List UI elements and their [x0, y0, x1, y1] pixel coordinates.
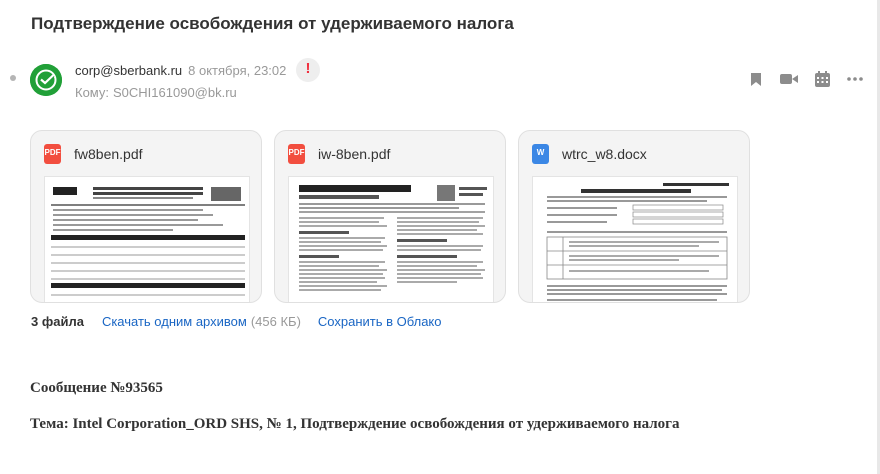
sberbank-logo-icon	[30, 64, 62, 96]
more-icon[interactable]	[843, 70, 867, 88]
email-subject: Подтверждение освобождения от удерживаем…	[31, 14, 514, 33]
download-archive-link[interactable]: Скачать одним архивом	[102, 314, 247, 329]
document-thumbnail	[51, 187, 245, 296]
video-icon[interactable]	[777, 70, 801, 88]
message-toolbar	[744, 70, 876, 88]
calendar-icon[interactable]	[810, 70, 834, 88]
attachment-preview[interactable]	[288, 176, 494, 302]
word-file-icon: W	[532, 144, 549, 164]
recipient-email[interactable]: S0CHI161090@bk.ru	[113, 85, 237, 100]
attachment-name[interactable]: iw-8ben.pdf	[318, 146, 390, 162]
attachments-footer: 3 файла Скачать одним архивом (456 КБ) С…	[31, 314, 442, 329]
attachment-preview[interactable]	[44, 176, 250, 302]
attachment-card[interactable]: W wtrc_w8.docx	[518, 130, 750, 303]
document-thumbnail	[299, 185, 487, 291]
recipient-line: Кому: S0CHI161090@bk.ru	[75, 85, 237, 100]
pdf-file-icon: PDF	[288, 144, 305, 164]
archive-size: (456 КБ)	[250, 314, 301, 329]
avatar[interactable]	[30, 64, 62, 96]
attachments-count: 3 файла	[31, 314, 84, 329]
message-topic: Тема: Intel Corporation_ORD SHS, № 1, По…	[30, 416, 680, 432]
attachment-preview[interactable]	[532, 176, 738, 302]
message-date: 8 октября, 23:02	[188, 63, 287, 78]
important-button[interactable]: !	[296, 58, 320, 82]
pdf-file-icon: PDF	[44, 144, 61, 164]
attachment-name[interactable]: wtrc_w8.docx	[562, 146, 647, 162]
attachment-card[interactable]: PDF fw8ben.pdf	[30, 130, 262, 303]
sender-line: corp@sberbank.ru 8 октября, 23:02	[75, 63, 286, 78]
bookmark-icon[interactable]	[744, 70, 768, 88]
save-to-cloud-link[interactable]: Сохранить в Облако	[318, 314, 442, 329]
to-label: Кому:	[75, 85, 109, 100]
sender-email[interactable]: corp@sberbank.ru	[75, 63, 182, 78]
attachment-card[interactable]: PDF iw-8ben.pdf	[274, 130, 506, 303]
document-thumbnail	[546, 183, 729, 301]
unread-dot[interactable]	[10, 75, 16, 81]
message-number: Сообщение №93565	[30, 380, 163, 396]
attachment-name[interactable]: fw8ben.pdf	[74, 146, 143, 162]
important-icon: !	[305, 60, 311, 77]
